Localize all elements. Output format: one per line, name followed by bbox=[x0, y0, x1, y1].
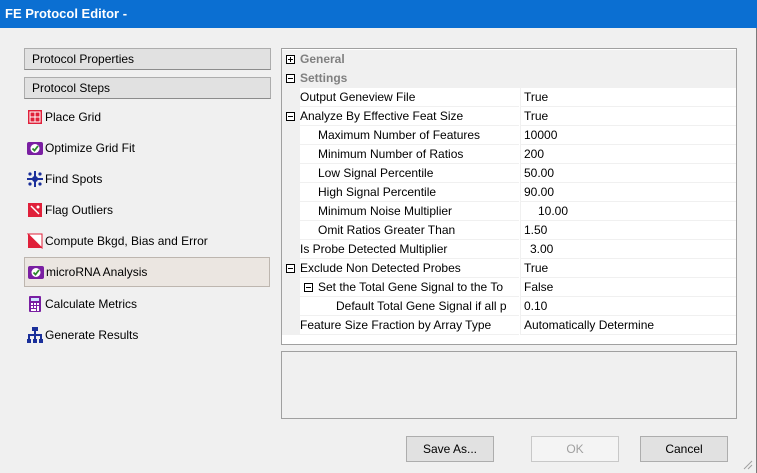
property-name: Is Probe Detected Multiplier bbox=[300, 240, 519, 259]
property-name: Minimum Number of Ratios bbox=[300, 145, 519, 164]
step-generate-results[interactable]: Generate Results bbox=[24, 320, 270, 350]
step-label: Find Spots bbox=[45, 172, 103, 186]
step-flag-outliers[interactable]: Flag Outliers bbox=[24, 195, 270, 225]
property-name: Output Geneview File bbox=[300, 88, 519, 107]
property-value[interactable]: True bbox=[520, 259, 736, 278]
property-name: Minimum Noise Multiplier bbox=[300, 202, 519, 221]
category-general[interactable]: General bbox=[282, 50, 736, 69]
property-row[interactable]: Set the Total Gene Signal to the To Fals… bbox=[282, 278, 736, 297]
collapse-minus-icon[interactable] bbox=[286, 112, 295, 121]
property-value[interactable]: True bbox=[520, 107, 736, 126]
collapse-minus-icon[interactable] bbox=[304, 283, 313, 292]
property-value[interactable]: 3.00 bbox=[520, 240, 736, 259]
step-find-spots[interactable]: Find Spots bbox=[24, 164, 270, 194]
property-name: Default Total Gene Signal if all p bbox=[300, 297, 519, 316]
find-spots-icon bbox=[27, 171, 43, 187]
step-microrna-analysis[interactable]: microRNA Analysis bbox=[24, 257, 270, 287]
step-label: Calculate Metrics bbox=[45, 297, 138, 311]
property-grid[interactable]: General Settings Output Geneview File Tr… bbox=[281, 48, 737, 345]
protocol-properties-button[interactable]: Protocol Properties bbox=[24, 48, 271, 70]
step-label: Flag Outliers bbox=[45, 203, 114, 217]
property-name: Low Signal Percentile bbox=[300, 164, 519, 183]
step-optimize-grid-fit[interactable]: Optimize Grid Fit bbox=[24, 133, 270, 163]
property-row[interactable]: Low Signal Percentile 50.00 bbox=[282, 164, 736, 183]
step-label: Place Grid bbox=[45, 110, 102, 124]
save-as-button[interactable]: Save As... bbox=[406, 436, 494, 462]
step-label: microRNA Analysis bbox=[46, 265, 148, 279]
generate-results-icon bbox=[27, 327, 43, 343]
collapse-minus-icon[interactable] bbox=[286, 264, 295, 273]
property-value[interactable]: True bbox=[520, 88, 736, 107]
step-label: Optimize Grid Fit bbox=[45, 141, 136, 155]
property-name: Maximum Number of Features bbox=[300, 126, 519, 145]
resize-grip-icon[interactable] bbox=[743, 460, 753, 470]
flag-outliers-icon bbox=[28, 203, 42, 217]
property-value[interactable]: Automatically Determine bbox=[520, 316, 736, 335]
property-row[interactable]: Default Total Gene Signal if all p 0.10 bbox=[282, 297, 736, 316]
property-value[interactable]: False bbox=[520, 278, 736, 297]
step-label: Compute Bkgd, Bias and Error bbox=[45, 234, 208, 248]
category-label: General bbox=[300, 52, 345, 66]
property-value[interactable]: 50.00 bbox=[520, 164, 736, 183]
property-name: Set the Total Gene Signal to the To bbox=[300, 278, 519, 297]
property-row[interactable]: Minimum Number of Ratios 200 bbox=[282, 145, 736, 164]
step-label: Generate Results bbox=[45, 328, 139, 342]
window-title: FE Protocol Editor - bbox=[0, 0, 757, 28]
compute-bkgd-icon bbox=[27, 233, 43, 249]
property-row[interactable]: Omit Ratios Greater Than 1.50 bbox=[282, 221, 736, 240]
protocol-steps-button[interactable]: Protocol Steps bbox=[24, 77, 271, 99]
step-compute-bkgd[interactable]: Compute Bkgd, Bias and Error bbox=[24, 226, 270, 256]
microrna-analysis-icon bbox=[28, 266, 44, 279]
ok-button[interactable]: OK bbox=[531, 436, 619, 462]
property-row[interactable]: Output Geneview File True bbox=[282, 88, 736, 107]
category-label: Settings bbox=[300, 71, 348, 85]
property-value[interactable]: 200 bbox=[520, 145, 736, 164]
property-name: Omit Ratios Greater Than bbox=[300, 221, 519, 240]
property-value[interactable]: 90.00 bbox=[520, 183, 736, 202]
cancel-button[interactable]: Cancel bbox=[640, 436, 728, 462]
property-description-panel bbox=[281, 351, 737, 419]
category-settings[interactable]: Settings bbox=[282, 69, 736, 88]
calculate-metrics-icon bbox=[29, 296, 41, 312]
step-place-grid[interactable]: Place Grid bbox=[24, 102, 270, 132]
property-row[interactable]: Feature Size Fraction by Array Type Auto… bbox=[282, 316, 736, 335]
property-row[interactable]: Is Probe Detected Multiplier 3.00 bbox=[282, 240, 736, 259]
property-name: High Signal Percentile bbox=[300, 183, 519, 202]
property-name: Feature Size Fraction by Array Type bbox=[300, 316, 519, 335]
property-value[interactable]: 10.00 bbox=[520, 202, 736, 221]
property-name: Exclude Non Detected Probes bbox=[300, 259, 519, 278]
property-row[interactable]: Maximum Number of Features 10000 bbox=[282, 126, 736, 145]
collapse-minus-icon[interactable] bbox=[286, 74, 295, 83]
place-grid-icon bbox=[28, 110, 42, 124]
property-value[interactable]: 0.10 bbox=[520, 297, 736, 316]
property-row[interactable]: High Signal Percentile 90.00 bbox=[282, 183, 736, 202]
property-row[interactable]: Exclude Non Detected Probes True bbox=[282, 259, 736, 278]
expand-plus-icon[interactable] bbox=[286, 55, 295, 64]
property-value[interactable]: 10000 bbox=[520, 126, 736, 145]
property-value[interactable]: 1.50 bbox=[520, 221, 736, 240]
property-row[interactable]: Minimum Noise Multiplier 10.00 bbox=[282, 202, 736, 221]
property-name: Analyze By Effective Feat Size bbox=[300, 107, 519, 126]
fe-protocol-editor-window: FE Protocol Editor - Protocol Properties… bbox=[0, 0, 757, 473]
property-row[interactable]: Analyze By Effective Feat Size True bbox=[282, 107, 736, 126]
step-calculate-metrics[interactable]: Calculate Metrics bbox=[24, 289, 270, 319]
optimize-grid-fit-icon bbox=[27, 142, 43, 155]
